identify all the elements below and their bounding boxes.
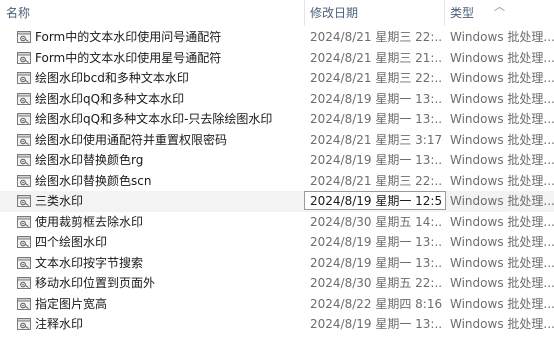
file-type: Windows 批处理... [450, 173, 554, 188]
batch-file-icon [17, 51, 31, 65]
file-row[interactable]: 绘图水印qQ和多种文本水印-只去除绘图水印 2024/8/19 星期一 13:..… [0, 109, 554, 130]
batch-file-icon [17, 112, 31, 126]
file-modified-date: 2024/8/19 星期一 12:57 [310, 194, 442, 208]
column-header-name[interactable]: 名称 [0, 0, 304, 26]
file-type: Windows 批处理... [450, 50, 554, 65]
file-modified-date: 2024/8/19 星期一 13:... [310, 153, 442, 167]
file-type: Windows 批处理... [450, 71, 554, 85]
file-row[interactable]: Form中的文本水印使用问号通配符 2024/8/21 星期三 22:... Win… [0, 27, 554, 48]
batch-file-icon [17, 215, 31, 229]
batch-file-icon [17, 317, 31, 331]
file-row[interactable]: 指定图片宽高 2024/8/22 星期四 8:16 Windows 批处理... [0, 294, 554, 315]
file-row[interactable]: Form中的文本水印使用星号通配符 2024/8/21 星期三 21:... Win… [0, 48, 554, 69]
file-type: Windows 批处理... [450, 194, 554, 208]
file-modified-date: 2024/8/21 星期三 22:... [310, 173, 442, 188]
file-name: 绘图水印qQ和多种文本水印 [35, 91, 185, 106]
file-type: Windows 批处理... [450, 255, 554, 270]
file-row[interactable]: 注释水印 2024/8/19 星期一 13:... Windows 批处理... [0, 314, 554, 335]
file-type: Windows 批处理... [450, 317, 554, 331]
file-modified-date: 2024/8/19 星期一 13:... [310, 112, 442, 126]
column-header-date[interactable]: 修改日期 [304, 0, 444, 26]
file-row[interactable]: 文本水印按字节搜索 2024/8/19 星期一 13:... Windows 批处理… [0, 253, 554, 274]
file-modified-date: 2024/8/19 星期一 13:... [310, 91, 442, 106]
file-name: 移动水印位置到页面外 [35, 276, 156, 290]
file-modified-date: 2024/8/30 星期五 22:... [310, 276, 442, 290]
file-name: 绘图水印bcd和多种文本水印 [35, 71, 189, 85]
file-row[interactable]: 移动水印位置到页面外 2024/8/30 星期五 22:... Windows 批处… [0, 273, 554, 294]
file-modified-date: 2024/8/21 星期三 22:... [310, 30, 442, 44]
sort-ascending-icon: ︿ [494, 0, 505, 13]
file-name: Form中的文本水印使用星号通配符 [35, 50, 222, 65]
batch-file-icon [17, 92, 31, 106]
batch-file-icon [17, 71, 31, 85]
file-type: Windows 批处理... [450, 276, 554, 290]
file-name: 注释水印 [35, 317, 84, 331]
file-row[interactable]: 四个绘图水印 2024/8/19 星期一 13:... Windows 批处理... [0, 232, 554, 253]
column-header-bar: 名称 修改日期 类型 ︿ [0, 0, 554, 26]
batch-file-icon [17, 235, 31, 249]
file-name: 使用裁剪框去除水印 [35, 214, 144, 229]
batch-file-icon [17, 174, 31, 188]
file-name: 绘图水印替换颜色scn [35, 173, 152, 188]
file-name: 绘图水印替换颜色rg [35, 153, 144, 167]
file-row[interactable]: 使用裁剪框去除水印 2024/8/30 星期五 14:... Windows 批处理… [0, 212, 554, 233]
file-name: 指定图片宽高 [35, 296, 108, 311]
file-row[interactable]: 绘图水印使用通配符并重置权限密码 2024/8/21 星期三 3:17 Window… [0, 130, 554, 151]
file-row[interactable]: 绘图水印替换颜色rg 2024/8/19 星期一 13:... Windows 批处… [0, 150, 554, 171]
file-type: Windows 批处理... [450, 296, 554, 311]
file-row[interactable]: 绘图水印替换颜色scn 2024/8/21 星期三 22:... Windows 批… [0, 171, 554, 192]
file-modified-date: 2024/8/21 星期三 22:... [310, 71, 442, 85]
file-modified-date: 2024/8/19 星期一 13:... [310, 235, 442, 249]
batch-file-icon [17, 256, 31, 270]
file-type: Windows 批处理... [450, 214, 554, 229]
batch-file-icon [17, 153, 31, 167]
batch-file-icon [17, 133, 31, 147]
file-modified-date: 2024/8/30 星期五 14:... [310, 214, 442, 229]
file-modified-date: 2024/8/19 星期一 13:... [310, 255, 442, 270]
batch-file-icon [17, 30, 31, 44]
batch-file-icon [17, 297, 31, 311]
file-name: Form中的文本水印使用问号通配符 [35, 30, 222, 44]
batch-file-icon [17, 276, 31, 290]
file-type: Windows 批处理... [450, 235, 554, 249]
file-row[interactable]: 绘图水印qQ和多种文本水印 2024/8/19 星期一 13:... Windows… [0, 89, 554, 110]
file-type: Windows 批处理... [450, 132, 554, 147]
file-type: Windows 批处理... [450, 30, 554, 44]
file-name: 绘图水印使用通配符并重置权限密码 [35, 132, 228, 147]
file-name: 绘图水印qQ和多种文本水印-只去除绘图水印 [35, 112, 273, 126]
file-type: Windows 批处理... [450, 153, 554, 167]
file-row[interactable]: 三类水印 2024/8/19 星期一 12:57 Windows 批处理... [0, 191, 554, 212]
file-list: Form中的文本水印使用问号通配符 2024/8/21 星期三 22:... Win… [0, 27, 554, 335]
file-name: 文本水印按字节搜索 [35, 255, 144, 270]
file-type: Windows 批处理... [450, 91, 554, 106]
file-modified-date: 2024/8/19 星期一 13:... [310, 317, 442, 331]
file-modified-date: 2024/8/21 星期三 3:17 [310, 132, 442, 147]
file-modified-date: 2024/8/22 星期四 8:16 [310, 296, 442, 311]
file-type: Windows 批处理... [450, 112, 554, 126]
batch-file-icon [17, 194, 31, 208]
file-row[interactable]: 绘图水印bcd和多种文本水印 2024/8/21 星期三 22:... Window… [0, 68, 554, 89]
file-name: 三类水印 [35, 194, 84, 208]
file-name: 四个绘图水印 [35, 235, 108, 249]
file-modified-date: 2024/8/21 星期三 21:... [310, 50, 442, 65]
